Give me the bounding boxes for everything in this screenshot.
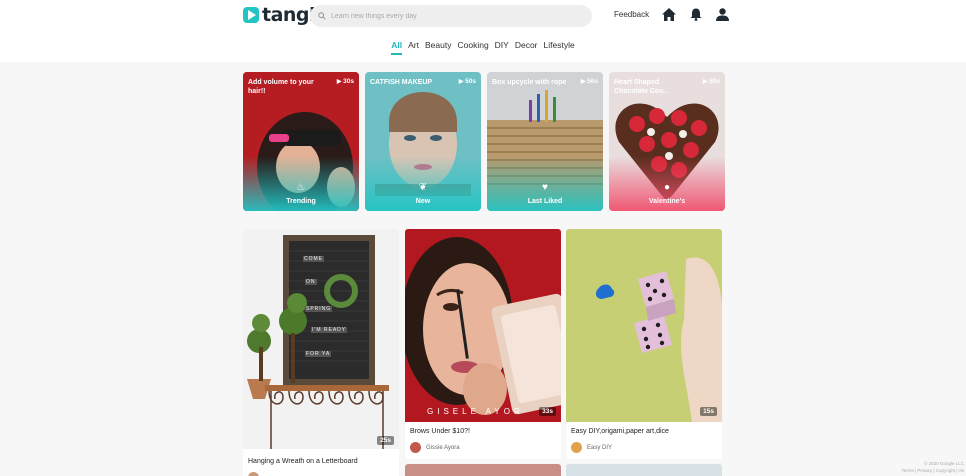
logo-text: tangi: [262, 4, 316, 26]
letterboard-text: FOR YA: [305, 351, 332, 357]
letterboard-text: I'M READY: [311, 327, 348, 333]
duration-badge: 50s: [459, 78, 476, 85]
flame-icon: ♨: [296, 182, 306, 193]
author-name: Easy DIY: [587, 444, 613, 451]
home-icon[interactable]: [662, 8, 676, 21]
top-bar: tangi Feedback All Art Beauty Cooking DI…: [0, 0, 966, 62]
search-input[interactable]: [331, 12, 571, 20]
bell-icon[interactable]: [690, 8, 702, 21]
collection-label: Valentine's: [648, 198, 686, 205]
collection-label: New: [415, 198, 431, 205]
tab-cooking[interactable]: Cooking: [457, 40, 488, 55]
user-icon[interactable]: [716, 8, 729, 21]
collection-label: Last Liked: [527, 198, 563, 205]
copyright-text: © 2020 Google LLC: [924, 461, 964, 466]
letterboard-text: COME: [303, 256, 324, 262]
heart-icon: ♥: [542, 182, 548, 193]
tab-lifestyle[interactable]: Lifestyle: [544, 40, 575, 55]
tab-diy[interactable]: DIY: [495, 40, 509, 55]
card-title: Hanging a Wreath on a Letterboard: [248, 458, 358, 465]
duration-badge: 56s: [581, 78, 598, 85]
collection-last-liked[interactable]: Box upcycle with rope 56s ♥ Last Liked: [487, 72, 603, 211]
avatar: [410, 442, 421, 453]
collection-new[interactable]: CATFISH MAKEUP 50s ❦ New: [365, 72, 481, 211]
video-overlay-text: GISELE AYOR: [427, 407, 524, 416]
card-title: Brows Under $10?!: [410, 428, 470, 435]
tab-decor[interactable]: Decor: [515, 40, 538, 55]
collection-title: Add volume to your hair!!: [248, 79, 314, 95]
collection-title: Heart Shaped Chocolate Cov...: [614, 79, 669, 95]
collection-title: CATFISH MAKEUP: [370, 79, 433, 86]
video-card[interactable]: 15s Easy DIY,origami,paper art,dice Easy…: [566, 229, 722, 459]
tangi-logo[interactable]: tangi: [243, 4, 316, 26]
video-thumbnail: [566, 229, 722, 422]
tab-beauty[interactable]: Beauty: [425, 40, 451, 55]
feedback-link[interactable]: Feedback: [614, 10, 649, 19]
chocolate-icon: ●: [663, 182, 671, 193]
video-thumbnail: COME ON SPRING I'M READY FOR YA: [243, 229, 399, 449]
duration-badge: 33s: [539, 407, 556, 416]
author-name: Gissie Ayora: [426, 444, 460, 451]
collection-valentines[interactable]: Heart Shaped Chocolate Cov... 59s ● Vale…: [609, 72, 725, 211]
tab-all[interactable]: All: [391, 40, 403, 55]
collections-row: Add volume to your hair!! 30s ♨ Trending…: [243, 72, 725, 211]
card-author[interactable]: Gissie Ayora: [410, 442, 460, 453]
search-icon: [318, 12, 326, 20]
video-card[interactable]: GISELE AYOR 33s Brows Under $10?! Gissie…: [405, 229, 561, 459]
play-logo-icon: [243, 7, 259, 23]
sprout-icon: ❦: [418, 182, 428, 193]
collection-trending[interactable]: Add volume to your hair!! 30s ♨ Trending: [243, 72, 359, 211]
video-thumbnail: GISELE AYOR: [405, 229, 561, 422]
tab-art[interactable]: Art: [408, 40, 419, 55]
footer-links[interactable]: Terms | Privacy | Copyright | Ab: [901, 467, 964, 474]
video-card[interactable]: COME ON SPRING I'M READY FOR YA 25s Hang…: [243, 229, 399, 476]
collection-title: Box upcycle with rope: [492, 79, 567, 86]
video-card[interactable]: [405, 464, 561, 476]
avatar: [571, 442, 582, 453]
duration-badge: 30s: [337, 78, 354, 85]
duration-badge: 59s: [703, 78, 720, 85]
card-author[interactable]: Easy DIY: [571, 442, 612, 453]
collection-label: Trending: [286, 198, 316, 205]
search-bar[interactable]: [310, 5, 592, 27]
footer: © 2020 Google LLC Terms | Privacy | Copy…: [901, 460, 964, 474]
duration-badge: 25s: [377, 436, 394, 445]
video-card[interactable]: [566, 464, 722, 476]
letterboard-text: ON: [305, 279, 317, 285]
duration-badge: 15s: [700, 407, 717, 416]
avatar: [248, 472, 259, 476]
category-tabs: All Art Beauty Cooking DIY Decor Lifesty…: [0, 40, 966, 55]
card-author[interactable]: [248, 472, 264, 476]
letterboard-text: SPRING: [305, 306, 333, 312]
card-title: Easy DIY,origami,paper art,dice: [571, 428, 669, 435]
